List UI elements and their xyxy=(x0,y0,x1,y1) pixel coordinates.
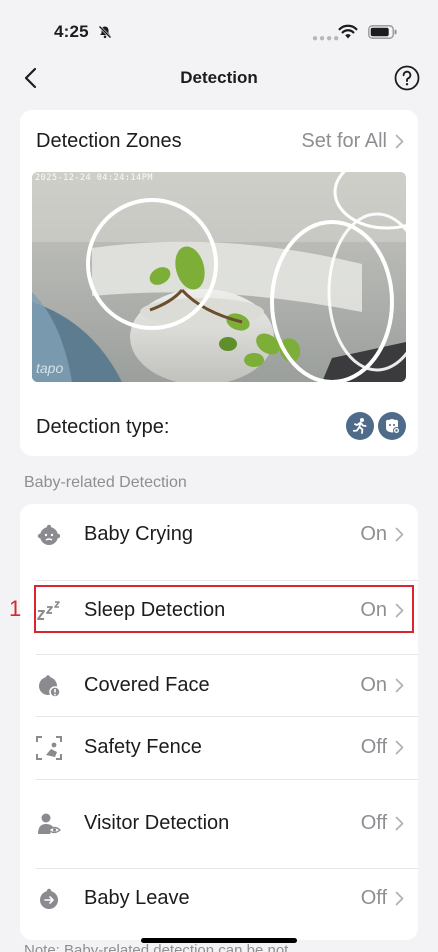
detection-zones-title: Detection Zones xyxy=(36,130,182,152)
list-item-visitor-detection[interactable]: Visitor Detection Off xyxy=(20,793,418,855)
divider xyxy=(36,779,418,780)
camera-preview[interactable]: 2025-12-24 04:24:14PM tapo xyxy=(32,172,406,382)
section-header-baby-detection: Baby-related Detection xyxy=(24,474,187,491)
list-item-value: On xyxy=(360,674,404,697)
question-circle-icon xyxy=(394,65,420,91)
annotation-highlight-box xyxy=(34,585,414,633)
home-indicator[interactable] xyxy=(141,938,297,943)
list-item-covered-face[interactable]: Covered Face On xyxy=(20,655,418,717)
chevron-right-icon xyxy=(395,678,404,693)
list-item-label: Baby Crying xyxy=(84,523,193,545)
list-item-baby-crying[interactable]: Baby Crying On xyxy=(20,504,418,566)
list-item-baby-leave[interactable]: Baby Leave Off xyxy=(20,868,418,930)
baby-face-icon xyxy=(36,523,62,547)
bell-off-icon xyxy=(98,25,112,44)
camera-timestamp: 2025-12-24 04:24:14PM xyxy=(35,173,153,183)
chevron-right-icon xyxy=(395,816,404,831)
baby-detection-list: Baby Crying On Sleep Detection On Covere… xyxy=(20,504,418,940)
safety-fence-icon xyxy=(36,736,62,760)
list-item-value: On xyxy=(360,523,404,546)
list-item-label: Visitor Detection xyxy=(84,812,230,834)
camera-logo: tapo xyxy=(36,360,64,376)
help-button[interactable] xyxy=(394,65,420,91)
wifi-icon xyxy=(338,24,358,44)
status-value: Off xyxy=(360,812,387,834)
chevron-right-icon xyxy=(395,740,404,755)
status-value: Off xyxy=(360,736,387,758)
pet-paw-icon xyxy=(378,412,406,440)
list-item-value: Off xyxy=(361,887,404,910)
camera-snapshot-image xyxy=(32,172,406,382)
annotation-number: 1 xyxy=(9,596,22,621)
detection-type-icons xyxy=(346,412,406,440)
footer-note: Note: Baby-related detection can be not xyxy=(24,942,289,952)
list-item-label: Baby Leave xyxy=(84,887,190,909)
battery-icon xyxy=(368,25,398,44)
status-value: On xyxy=(360,674,387,696)
status-value: Off xyxy=(360,887,387,909)
list-item-value: Off xyxy=(361,736,404,759)
page-title: Detection xyxy=(180,68,258,87)
signal-dots-icon: ●●●● xyxy=(312,33,341,44)
status-bar: 4:25 ●●●● xyxy=(0,0,438,56)
chevron-right-icon xyxy=(395,891,404,906)
list-item-label: Covered Face xyxy=(84,674,210,696)
set-for-all-label: Set for All xyxy=(301,130,387,152)
status-value: On xyxy=(360,523,387,545)
list-item-label: Safety Fence xyxy=(84,736,202,758)
chevron-right-icon xyxy=(395,527,404,542)
chevron-right-icon xyxy=(395,134,404,149)
visitor-icon xyxy=(36,812,62,836)
list-item-value: Off xyxy=(361,812,404,835)
list-item-safety-fence[interactable]: Safety Fence Off xyxy=(20,717,418,779)
status-time: 4:25 xyxy=(54,22,89,41)
covered-face-icon xyxy=(36,674,62,698)
detection-type-label: Detection type: xyxy=(36,416,170,438)
baby-leave-icon xyxy=(36,887,62,911)
nav-bar: Detection xyxy=(0,56,438,100)
detection-zones-card: Detection Zones Set for All 2025-12-24 0… xyxy=(20,110,418,456)
set-for-all-link[interactable]: Set for All xyxy=(301,130,404,153)
person-running-icon xyxy=(346,412,374,440)
